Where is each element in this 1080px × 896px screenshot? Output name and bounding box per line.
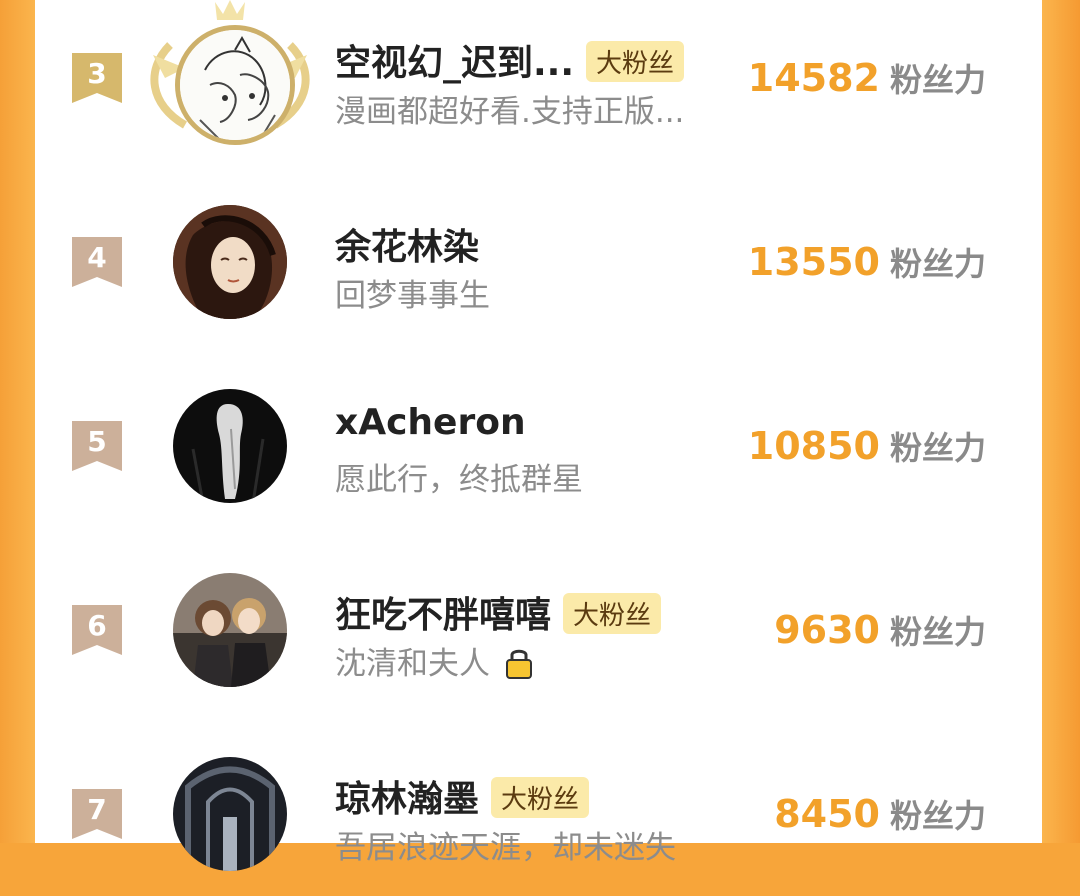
fan-power-score: 13550 粉丝力 <box>747 240 986 284</box>
fan-badge: 大粉丝 <box>563 592 662 634</box>
list-item[interactable]: 6 狂吃不胖嘻嘻 大粉丝 沈清和夫人 9630 粉丝力 <box>35 552 1042 712</box>
rank-number: 6 <box>87 609 107 642</box>
fan-power-score: 9630 粉丝力 <box>774 608 986 652</box>
avatar[interactable] <box>175 25 295 145</box>
rank-number: 5 <box>87 425 107 458</box>
frame-left <box>0 0 35 843</box>
rank-number: 4 <box>87 241 107 274</box>
fan-power-score: 10850 粉丝力 <box>747 424 986 468</box>
user-name[interactable]: xAcheron <box>335 402 526 443</box>
frame-right <box>1042 0 1080 843</box>
user-signature: 愿此行，终抵群星 <box>335 462 583 498</box>
rank-number: 3 <box>87 57 107 90</box>
user-name[interactable]: 余花林染 <box>335 218 479 270</box>
fan-power-score: 8450 粉丝力 <box>774 792 986 836</box>
leaderboard-panel: 3 空视幻_迟到... 大粉丝 漫画都超好看.支持正版... 14582 粉丝力… <box>35 0 1042 871</box>
user-name[interactable]: 琼林瀚墨 大粉丝 <box>335 770 590 822</box>
rank-ribbon: 7 <box>72 789 122 839</box>
user-name[interactable]: 狂吃不胖嘻嘻 大粉丝 <box>335 586 662 638</box>
avatar[interactable] <box>173 389 287 503</box>
rank-ribbon: 4 <box>72 237 122 287</box>
user-signature: 吾居浪迹天涯，却未迷失 <box>335 830 676 866</box>
avatar[interactable] <box>173 573 287 687</box>
rank-ribbon: 3 <box>72 53 122 103</box>
rank-number: 7 <box>87 793 107 826</box>
list-item[interactable]: 4 余花林染 回梦事事生 13550 粉丝力 <box>35 184 1042 344</box>
list-item[interactable]: 7 琼林瀚墨 大粉丝 吾居浪迹天涯，却未迷失 8450 粉丝力 <box>35 736 1042 896</box>
list-item[interactable]: 3 空视幻_迟到... 大粉丝 漫画都超好看.支持正版... 14582 粉丝力 <box>35 0 1042 160</box>
fan-badge: 大粉丝 <box>586 40 685 82</box>
user-signature: 沈清和夫人 <box>335 638 534 683</box>
user-signature: 漫画都超好看.支持正版... <box>335 94 685 130</box>
fan-power-score: 14582 粉丝力 <box>747 56 986 100</box>
avatar[interactable] <box>173 757 287 871</box>
list-item[interactable]: 5 xAcheron 愿此行，终抵群星 10850 粉丝力 <box>35 368 1042 528</box>
lock-icon <box>504 646 534 680</box>
rank-ribbon: 5 <box>72 421 122 471</box>
user-signature: 回梦事事生 <box>335 278 490 314</box>
avatar[interactable] <box>173 205 287 319</box>
rank-ribbon: 6 <box>72 605 122 655</box>
user-name[interactable]: 空视幻_迟到... 大粉丝 <box>335 34 685 86</box>
fan-badge: 大粉丝 <box>491 776 590 818</box>
